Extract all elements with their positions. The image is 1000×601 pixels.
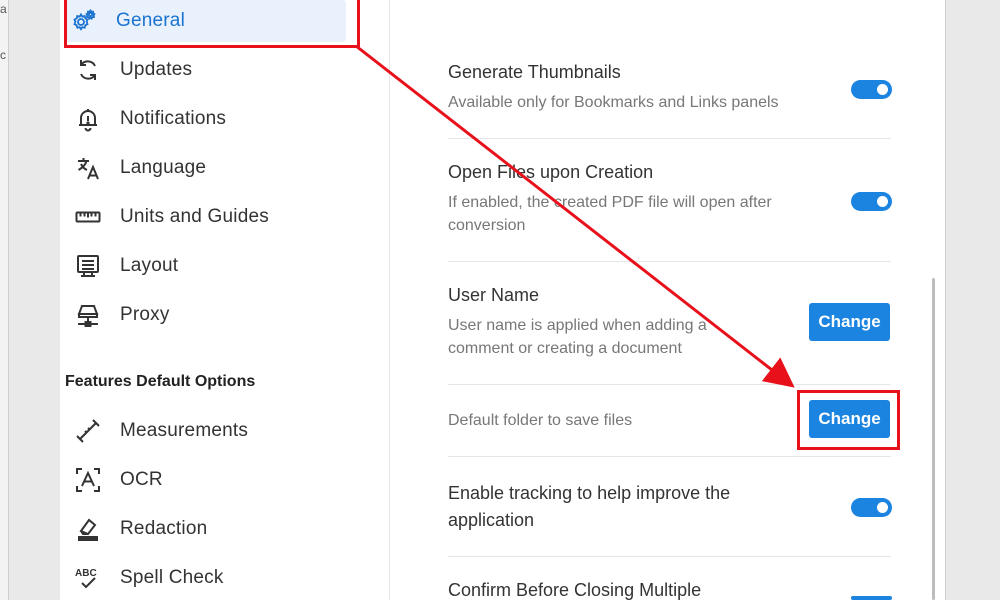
sidebar-item-redaction[interactable]: Redaction: [68, 508, 358, 550]
tracking-title: Enable tracking to help improve the appl…: [448, 480, 730, 534]
user-name-description-line: comment or creating a document: [448, 340, 682, 357]
settings-panel: Generate Thumbnails Available only for B…: [448, 0, 945, 600]
sidebar-item-language[interactable]: Language: [68, 147, 358, 189]
translate-icon: [74, 154, 102, 182]
background-window-edge: [0, 0, 9, 600]
toggle-knob: [877, 84, 888, 95]
sidebar-item-label: Language: [120, 157, 207, 178]
user-name-description-line: User name is applied when adding a: [448, 317, 707, 334]
confirm-close-toggle[interactable]: [851, 596, 892, 600]
bell-icon: [74, 105, 102, 133]
background-text-fragment: a: [0, 2, 7, 16]
features-section-title: Features Default Options: [65, 373, 256, 390]
background-text-fragment: c: [0, 48, 6, 62]
tracking-title-line: application: [448, 510, 535, 530]
preferences-dialog: General Updates Notifications Language U…: [60, 0, 945, 600]
tracking-toggle[interactable]: [851, 498, 892, 517]
ocr-icon: [74, 466, 102, 494]
highlight-box-general: [64, 0, 360, 48]
default-folder-description: Default folder to save files: [448, 412, 633, 429]
sidebar-item-label: Spell Check: [120, 567, 224, 588]
sidebar-item-label: Updates: [120, 59, 193, 80]
sidebar-item-label: OCR: [120, 469, 163, 490]
toggle-knob: [877, 502, 888, 513]
user-name-title: User Name: [448, 285, 540, 305]
open-files-description-line: If enabled, the created PDF file will op…: [448, 194, 772, 211]
generate-thumbnails-description: Available only for Bookmarks and Links p…: [448, 94, 779, 111]
sidebar-item-updates[interactable]: Updates: [68, 49, 358, 91]
sync-icon: [74, 56, 102, 84]
highlight-box-change-button: [797, 390, 900, 450]
sidebar-item-notifications[interactable]: Notifications: [68, 98, 358, 140]
layout-icon: [74, 252, 102, 280]
sidebar-item-label: Layout: [120, 255, 179, 276]
open-files-title: Open Files upon Creation: [448, 162, 654, 182]
preferences-sidebar: General Updates Notifications Language U…: [60, 0, 390, 600]
background-window-right: [945, 0, 1000, 600]
network-icon: [74, 301, 102, 329]
sidebar-item-spell-check[interactable]: ABC Spell Check: [68, 557, 358, 599]
sidebar-item-units-and-guides[interactable]: Units and Guides: [68, 196, 358, 238]
open-files-toggle[interactable]: [851, 192, 892, 211]
divider: [448, 556, 891, 557]
change-user-name-button[interactable]: Change: [809, 303, 890, 341]
sidebar-item-label: Notifications: [120, 108, 227, 129]
eraser-icon: [74, 515, 102, 543]
sidebar-item-label: Redaction: [120, 518, 208, 539]
sidebar-item-ocr[interactable]: OCR: [68, 459, 358, 501]
background-window-left: a c: [0, 0, 60, 600]
divider: [448, 261, 891, 262]
ruler-icon: [74, 203, 102, 231]
background-window-edge: [945, 0, 946, 600]
generate-thumbnails-toggle[interactable]: [851, 80, 892, 99]
open-files-description-line: conversion: [448, 217, 526, 234]
sidebar-item-proxy[interactable]: Proxy: [68, 294, 358, 336]
toggle-knob: [877, 196, 888, 207]
user-name-description: User name is applied when adding a comme…: [448, 314, 707, 360]
divider: [448, 384, 891, 385]
sidebar-item-label: Units and Guides: [120, 206, 269, 227]
sidebar-item-label: Proxy: [120, 304, 170, 325]
confirm-close-title: Confirm Before Closing Multiple: [448, 580, 702, 600]
sidebar-item-layout[interactable]: Layout: [68, 245, 358, 287]
generate-thumbnails-title: Generate Thumbnails: [448, 62, 621, 82]
open-files-description: If enabled, the created PDF file will op…: [448, 191, 772, 237]
tracking-title-line: Enable tracking to help improve the: [448, 483, 731, 503]
settings-scrollbar[interactable]: [932, 278, 935, 600]
divider: [448, 456, 891, 457]
measure-icon: [74, 417, 102, 445]
spellcheck-icon: ABC: [74, 564, 102, 592]
sidebar-item-label: Measurements: [120, 420, 249, 441]
divider: [448, 138, 891, 139]
sidebar-item-measurements[interactable]: Measurements: [68, 410, 358, 452]
svg-text:ABC: ABC: [75, 568, 97, 579]
